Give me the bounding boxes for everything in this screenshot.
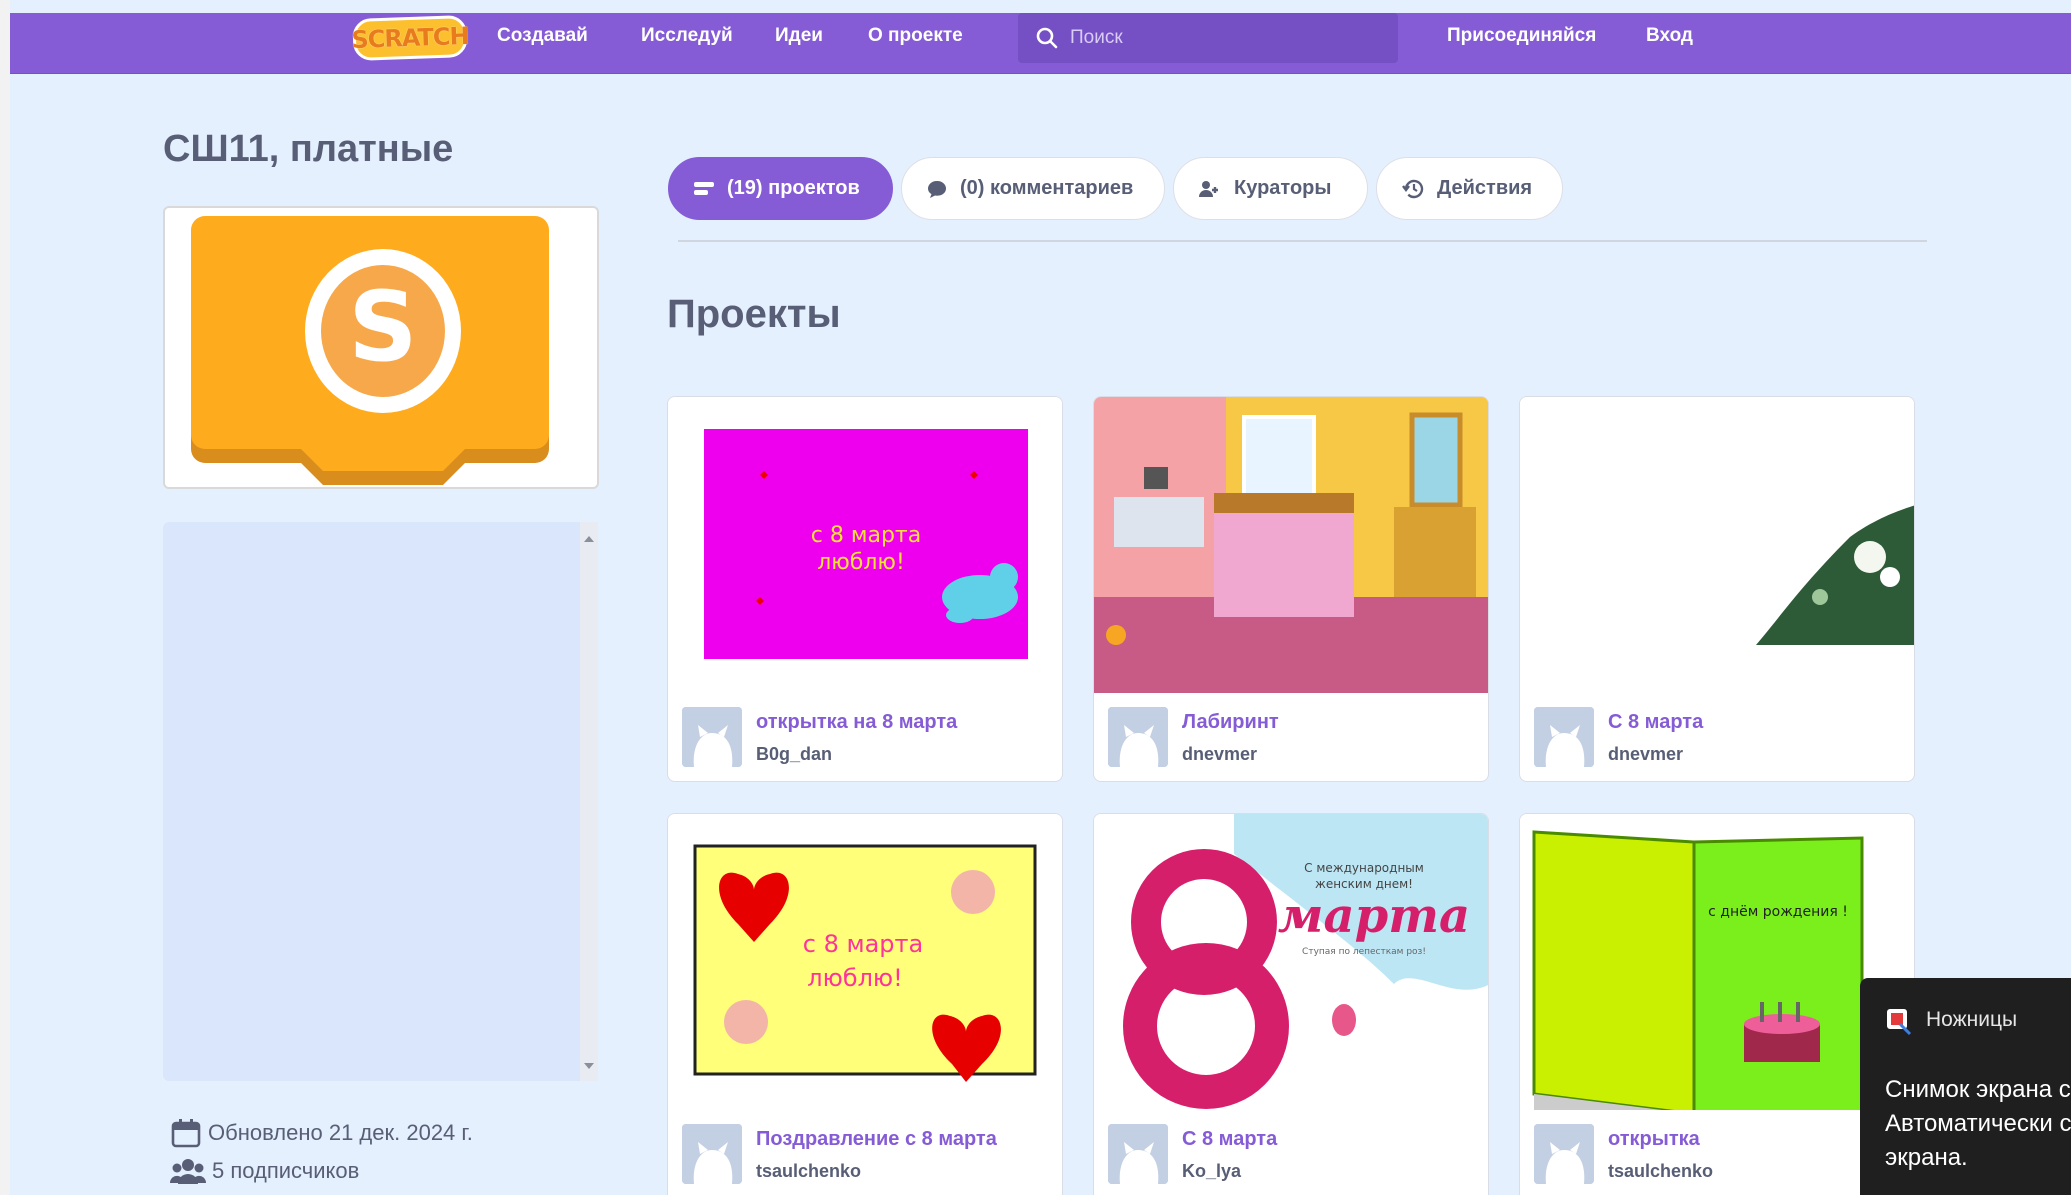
history-icon [1402, 179, 1424, 198]
tab-curators[interactable]: Кураторы [1173, 157, 1368, 220]
notification-line: экрана. [1885, 1144, 1968, 1171]
thumb-text: с 8 марта [811, 523, 921, 548]
tab-projects[interactable]: (19) проектов [668, 157, 893, 220]
notification-line: Автоматически с [1885, 1110, 2071, 1137]
notification-line: Снимок экрана с [1885, 1076, 2071, 1103]
notification-app-name: Ножницы [1926, 1008, 2018, 1031]
thumb-text: марта [1278, 888, 1470, 944]
followers-count: 5 подписчиков [212, 1158, 360, 1183]
project-thumbnail[interactable] [1094, 397, 1488, 693]
followers-row: 5 подписчиков [170, 1157, 359, 1185]
avatar[interactable] [682, 707, 742, 767]
curators-icon [1199, 180, 1218, 197]
project-author[interactable]: dnevmer [1182, 744, 1257, 765]
tab-comments[interactable]: (0) комментариев [901, 157, 1165, 220]
project-card[interactable]: С 8 марта dnevmer [1519, 396, 1915, 782]
project-author[interactable]: tsaulchenko [1608, 1161, 1713, 1182]
projects-heading: Проекты [667, 292, 841, 336]
studio-description[interactable] [163, 522, 598, 1081]
comment-icon [928, 180, 946, 198]
studio-thumbnail: S [163, 206, 599, 489]
thumb-text: люблю! [817, 550, 905, 575]
project-thumbnail[interactable]: с 8 марта люблю! [668, 814, 1062, 1110]
project-title[interactable]: С 8 марта [1608, 711, 1703, 734]
top-nav: SCRATCH Создавай Исследуй Идеи О проекте… [10, 13, 2071, 74]
avatar[interactable] [1108, 707, 1168, 767]
updated-row: Обновлено 21 дек. 2024 г. [170, 1117, 473, 1149]
project-card[interactable]: С международным женским днем! марта Ступ… [1093, 813, 1489, 1195]
avatar[interactable] [1534, 1124, 1594, 1184]
project-thumbnail[interactable]: с 8 марта люблю! [668, 397, 1062, 693]
description-scrollbar[interactable] [580, 522, 598, 1081]
project-card[interactable]: с 8 марта люблю! открытка на 8 марта B0g… [667, 396, 1063, 782]
thumb-text: с днём рождения ! [1708, 904, 1848, 920]
nav-ideas[interactable]: Идеи [775, 13, 823, 74]
scroll-down-icon[interactable] [580, 1055, 598, 1075]
page: SCRATCH Создавай Исследуй Идеи О проекте… [10, 0, 2071, 1195]
project-thumbnail[interactable] [1520, 397, 1914, 693]
project-title[interactable]: Поздравление с 8 марта [756, 1128, 997, 1151]
scratch-logo[interactable]: SCRATCH [351, 15, 469, 61]
tab-comments-label: (0) комментариев [960, 177, 1134, 199]
avatar[interactable] [1108, 1124, 1168, 1184]
project-title[interactable]: открытка на 8 марта [756, 711, 957, 734]
nav-join[interactable]: Присоединяйся [1447, 13, 1596, 74]
nav-about[interactable]: О проекте [868, 13, 963, 74]
nav-explore[interactable]: Исследуй [641, 13, 733, 74]
tab-activity-label: Действия [1437, 177, 1533, 199]
project-card[interactable]: с днём рождения ! открытка tsaulchenko [1519, 813, 1915, 1195]
avatar[interactable] [682, 1124, 742, 1184]
tabs-divider [678, 240, 1927, 242]
thumb-text: С международным [1304, 861, 1424, 875]
project-title[interactable]: открытка [1608, 1128, 1700, 1151]
snipping-notification[interactable]: Ножницы Снимок экрана с Автоматически с … [1860, 978, 2071, 1195]
nav-signin[interactable]: Вход [1646, 13, 1693, 74]
snipping-tool-icon [1887, 1009, 1912, 1036]
notification-body: Снимок экрана с Автоматически с экрана. [1885, 1073, 2071, 1175]
tab-curators-label: Кураторы [1234, 177, 1332, 199]
project-author[interactable]: dnevmer [1608, 744, 1683, 765]
project-author[interactable]: Ko_lya [1182, 1161, 1241, 1182]
thumb-text: люблю! [807, 964, 903, 992]
updated-date: Обновлено 21 дек. 2024 г. [208, 1120, 473, 1145]
scroll-up-icon[interactable] [580, 530, 598, 550]
project-title[interactable]: Лабиринт [1182, 711, 1279, 734]
followers-icon [170, 1159, 206, 1184]
tab-activity[interactable]: Действия [1376, 157, 1563, 220]
project-author[interactable]: B0g_dan [756, 744, 832, 765]
calendar-icon [171, 1119, 201, 1148]
search-icon [1036, 27, 1058, 49]
nav-create[interactable]: Создавай [497, 13, 588, 74]
thumb-text: Ступая по лепесткам роз! [1302, 947, 1426, 957]
scratch-s-logo-icon: S [191, 216, 549, 485]
svg-text:S: S [348, 271, 417, 383]
search-input[interactable] [1070, 27, 1370, 49]
studio-title: СШ11, платные [163, 128, 454, 170]
search-box [1018, 13, 1398, 63]
project-title[interactable]: С 8 марта [1182, 1128, 1277, 1151]
project-card[interactable]: Лабиринт dnevmer [1093, 396, 1489, 782]
thumb-text: с 8 марта [803, 930, 923, 958]
project-author[interactable]: tsaulchenko [756, 1161, 861, 1182]
tab-projects-label: (19) проектов [727, 177, 860, 199]
project-thumbnail[interactable]: с днём рождения ! [1520, 814, 1914, 1110]
project-card[interactable]: с 8 марта люблю! Поздравление с 8 марта … [667, 813, 1063, 1195]
project-thumbnail[interactable]: С международным женским днем! марта Ступ… [1094, 814, 1488, 1110]
avatar[interactable] [1534, 707, 1594, 767]
projects-icon [694, 181, 714, 195]
